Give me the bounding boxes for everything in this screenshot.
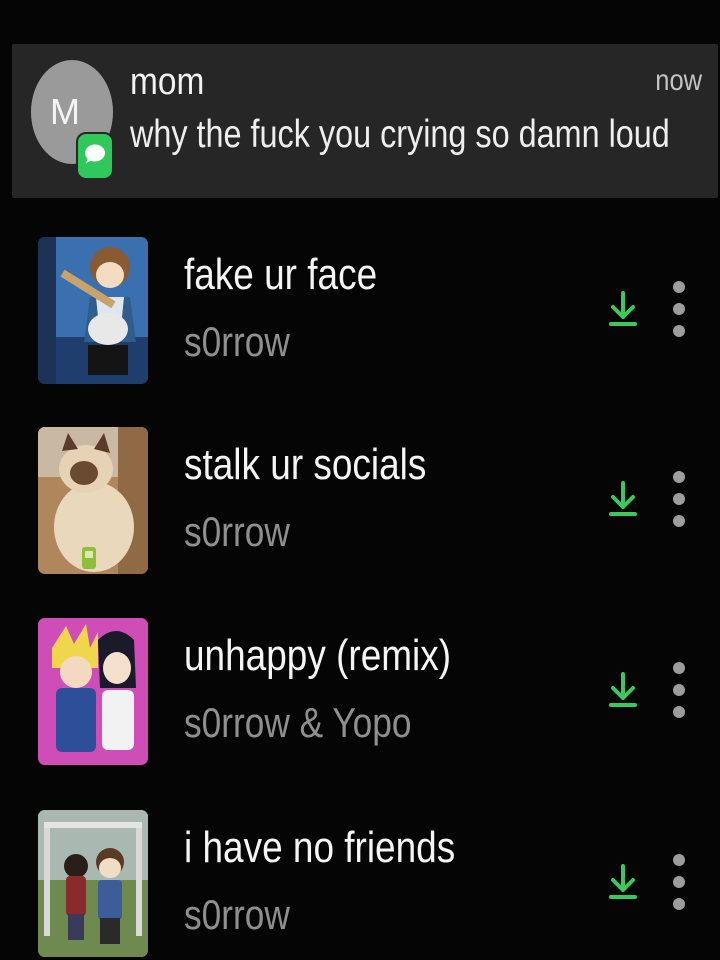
album-art-anime-pair [38,618,148,765]
song-row[interactable]: unhappy (remix) s0rrow & Yopo [0,618,720,778]
downloaded-icon[interactable] [607,670,639,710]
song-artist: s0rrow [184,318,290,365]
song-row[interactable]: fake ur face s0rrow [0,237,720,397]
more-options-icon[interactable] [664,467,694,531]
song-row[interactable]: i have no friends s0rrow [0,810,720,960]
more-options-icon[interactable] [664,658,694,722]
song-row[interactable]: stalk ur socials s0rrow [0,427,720,587]
album-art-guitar-boy [38,237,148,384]
downloaded-icon[interactable] [607,862,639,902]
song-artist: s0rrow & Yopo [184,699,412,746]
album-art-playground [38,810,148,957]
song-title: unhappy (remix) [184,631,452,680]
song-artist: s0rrow [184,891,290,938]
downloaded-icon[interactable] [607,289,639,329]
downloaded-icon[interactable] [607,479,639,519]
screen: M mom why the fuck you crying so damn lo… [0,0,720,960]
song-title: fake ur face [184,250,378,299]
song-title: stalk ur socials [184,440,427,489]
song-list: fake ur face s0rrow stalk ur socials s0r… [0,0,720,960]
album-art-cat [38,427,148,574]
song-title: i have no friends [184,823,456,872]
more-options-icon[interactable] [664,277,694,341]
song-artist: s0rrow [184,508,290,555]
more-options-icon[interactable] [664,850,694,914]
